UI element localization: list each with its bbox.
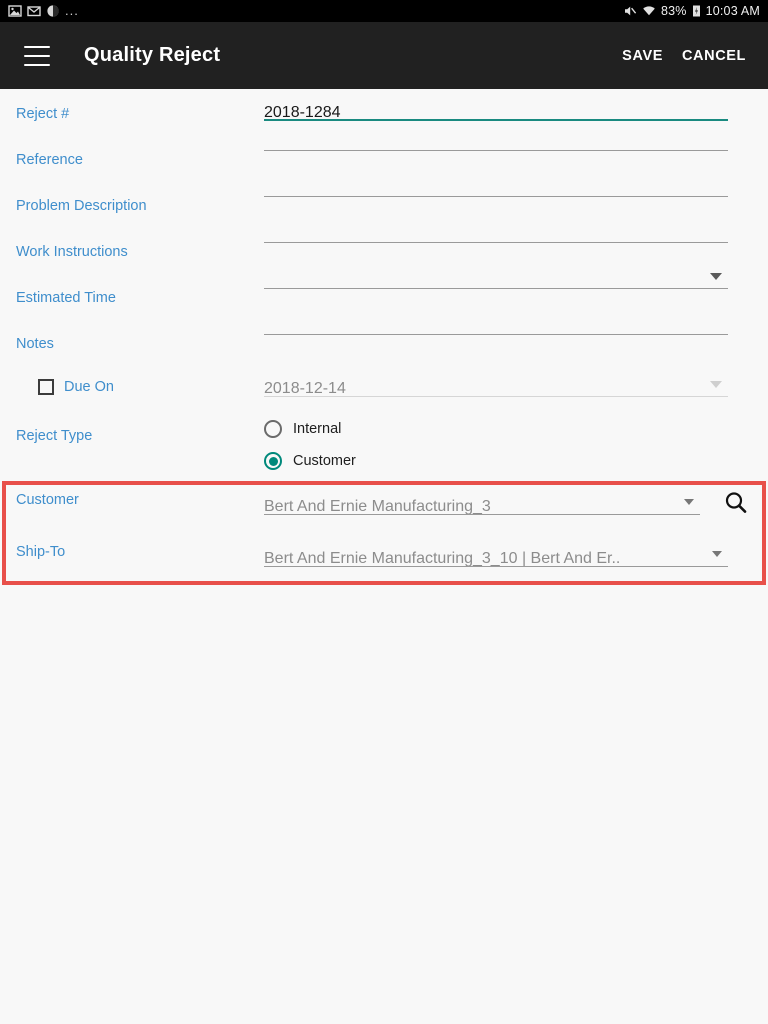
form-row-customer: Customer Bert And Ernie Manufacturing_3 xyxy=(0,481,768,533)
form-row-ship-to: Ship-To Bert And Ernie Manufacturing_3_1… xyxy=(0,533,768,585)
underline-reference xyxy=(264,150,728,151)
status-bar-right: 83% 10:03 AM xyxy=(623,4,760,18)
label-problem-description: Problem Description xyxy=(16,198,147,214)
status-bar: ... 83% 10:03 AM xyxy=(0,0,768,22)
page-title: Quality Reject xyxy=(84,44,221,66)
radio-internal-icon[interactable] xyxy=(264,420,282,438)
underline-estimated-time xyxy=(264,288,728,289)
mute-icon xyxy=(623,4,637,18)
underline-notes xyxy=(264,334,728,335)
quality-reject-form: Reject # 2018-1284 Reference Problem Des… xyxy=(0,89,768,585)
radio-internal-label: Internal xyxy=(293,420,342,437)
value-estimated-time xyxy=(264,275,728,289)
app-bar-actions: SAVE CANCEL xyxy=(622,48,746,64)
battery-percent-label: 83% xyxy=(660,4,687,18)
label-due-on: Due On xyxy=(64,378,114,395)
clock-label: 10:03 AM xyxy=(705,4,760,18)
cancel-button[interactable]: CANCEL xyxy=(682,48,746,64)
value-due-on-date: 2018-12-14 xyxy=(264,380,346,397)
form-row-reject-number: Reject # 2018-1284 xyxy=(0,91,768,137)
field-work-instructions[interactable] xyxy=(264,229,748,243)
status-overflow-dots: ... xyxy=(65,3,79,18)
field-estimated-time[interactable] xyxy=(264,273,748,289)
field-reject-number[interactable]: 2018-1284 xyxy=(264,91,748,121)
value-reference xyxy=(264,137,728,151)
app-bar: Quality Reject SAVE CANCEL xyxy=(0,22,768,89)
label-estimated-time: Estimated Time xyxy=(16,290,116,306)
label-customer: Customer xyxy=(16,492,79,508)
value-customer: Bert And Ernie Manufacturing_3 xyxy=(264,498,491,515)
label-ship-to: Ship-To xyxy=(16,544,66,560)
field-ship-to[interactable]: Bert And Ernie Manufacturing_3_10 | Bert… xyxy=(264,533,748,567)
label-work-instructions: Work Instructions xyxy=(16,244,128,260)
underline-due-on xyxy=(264,396,728,397)
radio-option-customer[interactable]: Customer xyxy=(264,445,728,477)
globe-icon xyxy=(46,4,60,18)
underline-work-instructions xyxy=(264,242,728,243)
email-icon xyxy=(27,4,41,18)
label-due-on-group: Due On xyxy=(0,367,264,395)
chevron-down-icon-customer[interactable] xyxy=(684,499,694,505)
image-icon xyxy=(8,4,22,18)
label-notes: Notes xyxy=(16,336,54,352)
due-on-checkbox-group[interactable]: Due On xyxy=(16,367,264,395)
label-reject-type: Reject Type xyxy=(16,428,93,444)
battery-icon xyxy=(692,4,701,18)
hamburger-menu-icon[interactable] xyxy=(24,45,50,66)
form-row-reject-type: Reject Type Internal Customer xyxy=(0,413,768,481)
save-button[interactable]: SAVE xyxy=(622,48,663,64)
field-customer[interactable]: Bert And Ernie Manufacturing_3 xyxy=(264,481,748,515)
chevron-down-icon-due-on[interactable] xyxy=(710,381,722,388)
form-row-notes: Notes xyxy=(0,321,768,367)
label-reference: Reference xyxy=(16,152,83,168)
value-reject-number: 2018-1284 xyxy=(264,104,341,121)
label-reject-number: Reject # xyxy=(16,106,70,122)
value-notes xyxy=(264,321,728,335)
wifi-icon xyxy=(642,4,656,18)
field-due-on-date[interactable]: 2018-12-14 xyxy=(264,367,748,397)
highlighted-section: Customer Bert And Ernie Manufacturing_3 … xyxy=(0,481,768,585)
value-problem-description xyxy=(264,183,728,197)
value-work-instructions xyxy=(264,229,728,243)
form-row-estimated-time: Estimated Time xyxy=(0,273,768,321)
field-problem-description[interactable] xyxy=(264,183,748,197)
value-ship-to: Bert And Ernie Manufacturing_3_10 | Bert… xyxy=(264,550,621,567)
underline-problem-description xyxy=(264,196,728,197)
reject-type-radio-group: Internal Customer xyxy=(264,413,748,477)
due-on-checkbox[interactable] xyxy=(38,379,54,395)
form-row-problem-description: Problem Description xyxy=(0,183,768,229)
underline-ship-to xyxy=(264,566,728,567)
search-icon[interactable] xyxy=(722,489,750,517)
form-row-work-instructions: Work Instructions xyxy=(0,229,768,275)
field-notes[interactable] xyxy=(264,321,748,335)
form-row-due-on: Due On 2018-12-14 xyxy=(0,367,768,413)
radio-option-internal[interactable]: Internal xyxy=(264,413,728,445)
form-row-reference: Reference xyxy=(0,137,768,183)
radio-customer-icon[interactable] xyxy=(264,452,282,470)
radio-customer-label: Customer xyxy=(293,452,356,469)
chevron-down-icon-estimated-time[interactable] xyxy=(710,273,722,280)
chevron-down-icon-ship-to[interactable] xyxy=(712,551,722,557)
field-reference[interactable] xyxy=(264,137,748,151)
status-bar-left: ... xyxy=(8,4,79,18)
underline-customer xyxy=(264,514,700,515)
underline-reject-number xyxy=(264,119,728,121)
